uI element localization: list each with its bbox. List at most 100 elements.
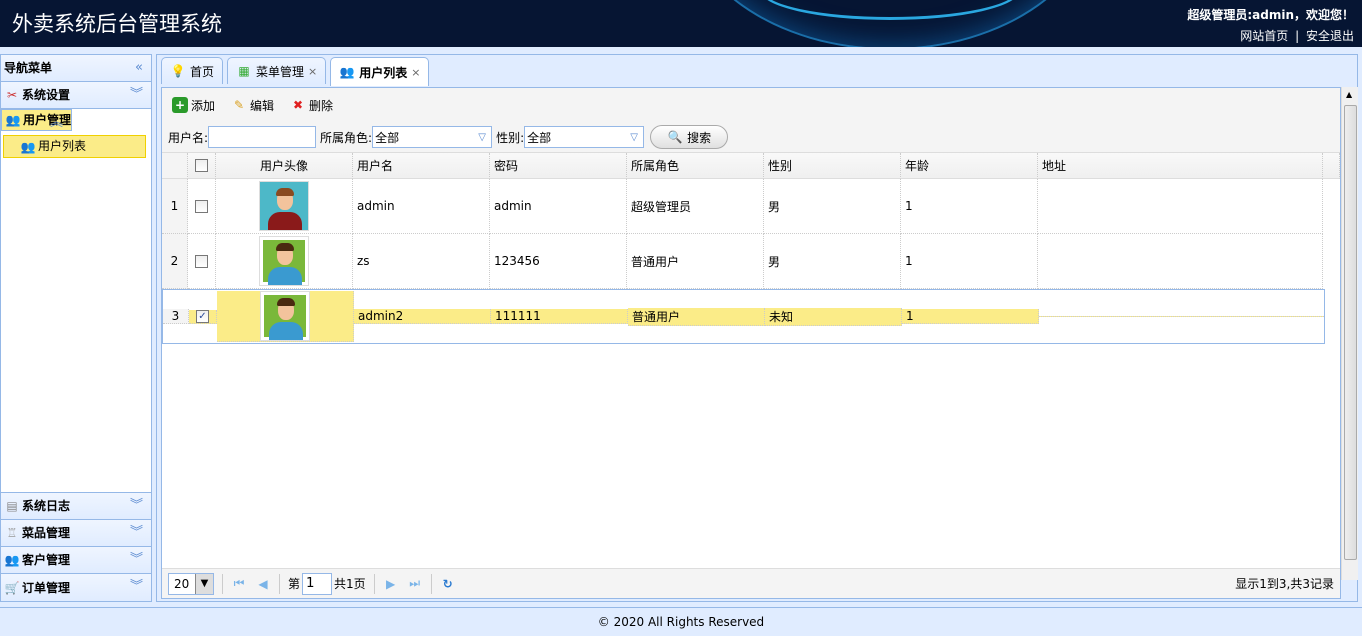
avatar-cell <box>217 291 354 342</box>
age-cell: 1 <box>901 234 1038 289</box>
divider <box>279 573 280 594</box>
section-label: 系统设置 <box>22 88 71 102</box>
avatar <box>259 181 309 231</box>
gender-label: 性别: <box>496 130 525 145</box>
item-label: 用户列表 <box>38 139 87 153</box>
delete-button[interactable]: ✖ 删除 <box>290 97 333 114</box>
scrollbar-thumb[interactable] <box>1344 105 1357 560</box>
vertical-scrollbar[interactable]: ▲ <box>1341 87 1358 580</box>
customers-icon: 👥 <box>4 553 20 567</box>
plus-icon: + <box>172 97 188 113</box>
page-info: 显示1到3,共3记录 <box>1235 577 1334 591</box>
cup-icon: ♖ <box>6 526 18 540</box>
sidebar-section-system-log[interactable]: ▤ 系统日志 ︾ <box>1 493 151 520</box>
page-prefix: 第 <box>288 577 301 591</box>
header-links: 网站首页 | 安全退出 <box>1240 27 1354 44</box>
row-number: 1 <box>162 179 188 234</box>
sidebar-item-user-list[interactable]: 👥 用户列表 <box>3 135 146 158</box>
row-checkbox[interactable] <box>195 254 208 268</box>
username-input[interactable] <box>208 126 317 148</box>
home-link[interactable]: 网站首页 <box>1240 29 1288 43</box>
tab-menu-management[interactable]: ▦ 菜单管理 × <box>227 57 327 84</box>
sidebar-section-dish-management[interactable]: ♖ 菜品管理 ︾ <box>1 520 151 547</box>
col-avatar[interactable]: 用户头像 <box>216 153 353 179</box>
sidebar-section-customer-management[interactable]: 👥 客户管理 ︾ <box>1 547 151 574</box>
password-cell: admin <box>490 179 627 234</box>
search-icon: 🔍 <box>667 130 683 144</box>
sidebar-section-system-settings[interactable]: ✂ 系统设置 ︾ <box>1 82 151 109</box>
select-all-checkbox[interactable] <box>195 159 208 172</box>
table-row[interactable]: 2 zs 123456 普通用户 男 1 <box>162 234 1323 289</box>
row-number: 3 <box>163 309 189 324</box>
gender-cell: 未知 <box>765 307 902 326</box>
edit-button[interactable]: ✎ 编辑 <box>231 97 274 114</box>
collapse-sidebar-icon[interactable]: « <box>135 55 143 81</box>
gender-cell: 男 <box>764 234 901 289</box>
chevron-up-icon: ︽ <box>50 115 64 130</box>
tab-label: 菜单管理 <box>256 64 305 79</box>
footer: © 2020 All Rights Reserved <box>0 607 1362 631</box>
row-checkbox[interactable]: ✓ <box>196 309 209 323</box>
section-label: 系统日志 <box>22 499 71 513</box>
password-cell: 123456 <box>490 234 627 289</box>
row-checkbox-cell: ✓ <box>189 309 217 324</box>
search-label: 搜索 <box>687 130 712 145</box>
col-spacer <box>1323 153 1340 179</box>
scroll-up-arrow[interactable]: ▲ <box>1346 90 1352 99</box>
sitemap-icon: ▦ <box>238 64 250 78</box>
role-cell: 普通用户 <box>628 307 765 326</box>
lightbulb-icon: 💡 <box>170 64 186 78</box>
chevron-down-icon: ▽ <box>630 131 638 143</box>
chevron-down-icon: ︾ <box>129 579 143 594</box>
gender-select[interactable]: 全部 ▽ <box>524 126 645 148</box>
sidebar-section-order-management[interactable]: 🛒 订单管理 ︾ <box>1 574 151 601</box>
sidebar: 导航菜单 « ✂ 系统设置 ︾ 👥 用户管理 ︽ 👥 用户列表 ▤ 系统日志 ︾ ♖ 菜品管理 ︾ … <box>0 54 152 602</box>
tab-home[interactable]: 💡 首页 <box>161 57 224 84</box>
username-cell: admin <box>353 179 490 234</box>
username-label: 用户名: <box>168 130 209 145</box>
address-cell <box>1039 316 1324 317</box>
delete-label: 删除 <box>309 98 334 113</box>
tools-icon: ✂ <box>6 88 18 102</box>
row-number: 2 <box>162 234 188 289</box>
chevron-down-icon: ︾ <box>129 498 143 513</box>
cart-icon: 🛒 <box>4 580 20 595</box>
first-page-icon[interactable]: ⏮ <box>231 576 247 591</box>
sidebar-section-user-management[interactable]: 👥 用户管理 ︽ <box>1 109 73 131</box>
col-gender[interactable]: 性别 <box>764 153 901 179</box>
col-address[interactable]: 地址 <box>1038 153 1323 179</box>
chevron-down-icon: ▽ <box>478 131 486 143</box>
col-password[interactable]: 密码 <box>490 153 627 179</box>
sidebar-header: 导航菜单 « <box>1 55 151 82</box>
close-tab-icon[interactable]: × <box>308 65 317 78</box>
close-tab-icon[interactable]: × <box>411 66 420 79</box>
col-age[interactable]: 年龄 <box>901 153 1038 179</box>
last-page-icon[interactable]: ⏭ <box>407 576 423 591</box>
logout-link[interactable]: 安全退出 <box>1306 29 1354 43</box>
page-size-select[interactable]: 20 ▼ <box>168 572 214 595</box>
search-button[interactable]: 🔍 搜索 <box>650 125 729 149</box>
add-button[interactable]: + 添加 <box>172 97 215 114</box>
sidebar-title: 导航菜单 <box>4 61 53 75</box>
tab-label: 首页 <box>190 64 215 79</box>
log-icon: ▤ <box>6 499 18 513</box>
pagination: 20 ▼ ⏮ ◀ 第 共1页 ▶ ⏭ ↻ 显示1到3,共3记录 <box>162 568 1340 598</box>
refresh-icon[interactable]: ↻ <box>440 577 456 591</box>
page-number-input[interactable] <box>302 572 333 595</box>
rownum-header <box>162 153 188 179</box>
row-checkbox[interactable] <box>195 199 208 213</box>
col-role[interactable]: 所属角色 <box>627 153 764 179</box>
section-label: 客户管理 <box>22 553 71 567</box>
section-label: 订单管理 <box>22 580 71 595</box>
role-select[interactable]: 全部 ▽ <box>372 126 493 148</box>
prev-page-icon[interactable]: ◀ <box>255 577 271 591</box>
user-grid: 用户头像 用户名 密码 所属角色 性别 年龄 地址 1 admin admin … <box>162 152 1340 568</box>
tab-user-list[interactable]: 👥 用户列表 × <box>330 57 430 86</box>
chevron-down-icon: ︾ <box>129 552 143 567</box>
table-row[interactable]: 1 admin admin 超级管理员 男 1 <box>162 179 1323 234</box>
next-page-icon[interactable]: ▶ <box>383 577 399 591</box>
page-total: 共1页 <box>334 577 366 591</box>
table-row[interactable]: 3 ✓ admin2 111111 普通用户 未知 1 <box>162 289 1325 344</box>
col-username[interactable]: 用户名 <box>353 153 490 179</box>
role-cell: 超级管理员 <box>627 179 764 234</box>
